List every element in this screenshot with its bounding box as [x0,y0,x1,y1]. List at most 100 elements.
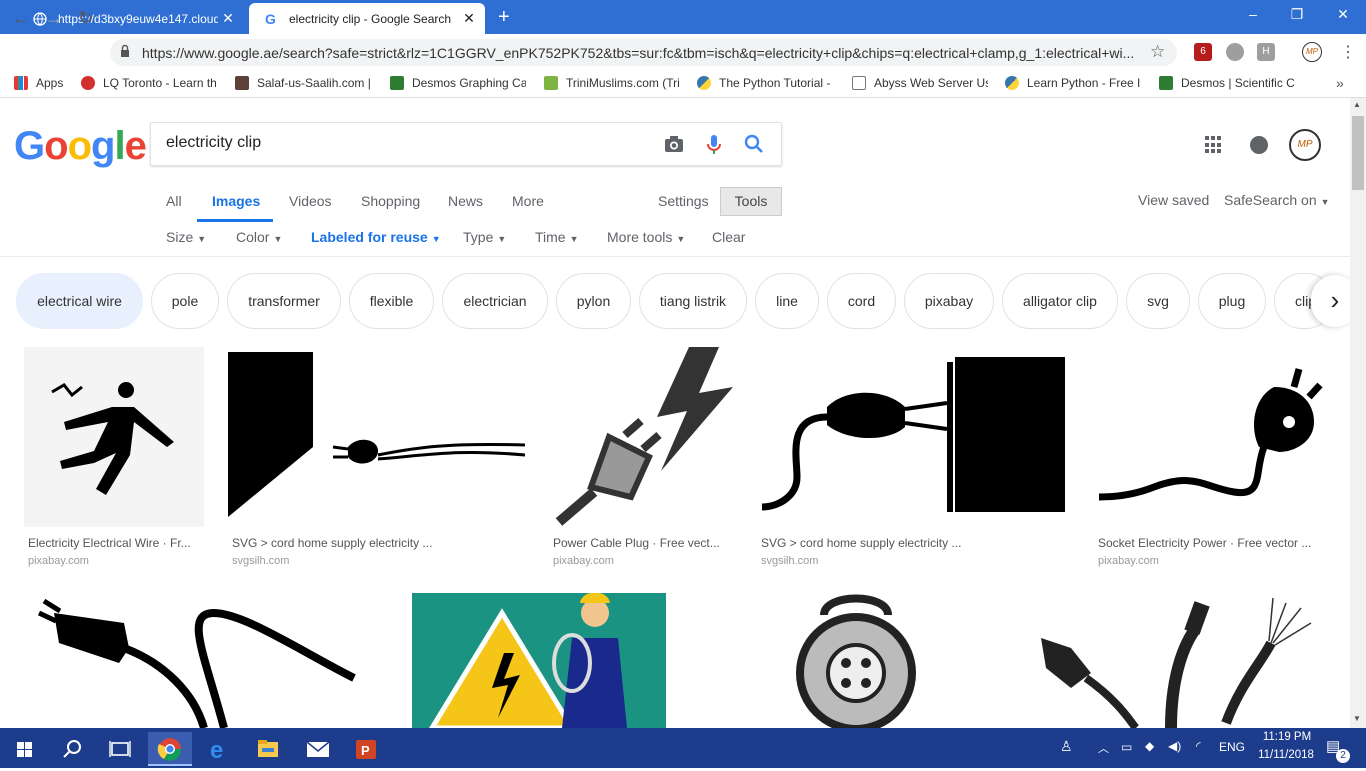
mail-icon[interactable] [296,732,340,766]
result-image-5[interactable] [1094,347,1325,527]
notifications-icon[interactable] [1250,136,1268,154]
extension-skype-icon[interactable] [1226,43,1244,61]
edge-taskbar-icon[interactable]: e [198,732,242,766]
chip-electrical-wire[interactable]: electrical wire [16,273,143,329]
result-caption[interactable]: Power Cable Plug · Free vect... [553,536,733,550]
chip-tiang-listrik[interactable]: tiang listrik [639,273,747,329]
chip-pylon[interactable]: pylon [556,273,631,329]
tab-all[interactable]: All [166,193,182,209]
bookmark-lq-toronto[interactable]: LQ Toronto - Learn th [81,76,218,90]
reload-icon[interactable]: ↻ [78,8,93,29]
forward-icon[interactable]: → [45,8,63,29]
powerpoint-icon[interactable]: P [344,732,388,766]
tab-videos[interactable]: Videos [289,193,332,209]
start-button[interactable] [2,732,46,766]
filter-usage-rights[interactable]: Labeled for reuse ▼ [311,229,441,245]
url-text[interactable]: https://www.google.ae/search?safe=strict… [142,45,1142,61]
wifi-icon[interactable]: ◜ [1196,739,1201,753]
chip-plug[interactable]: plug [1198,273,1266,329]
menu-icon[interactable]: ⋮ [1340,42,1356,62]
result-image-1[interactable] [24,347,204,527]
bookmark-apps[interactable]: Apps [14,76,63,90]
tools-button[interactable]: Tools [720,187,782,216]
tab-images[interactable]: Images [212,193,260,209]
extension-ublock-icon[interactable]: 6 [1194,43,1212,61]
battery-icon[interactable]: ▭ [1121,740,1132,754]
safesearch-dropdown[interactable]: SafeSearch on ▼ [1224,192,1330,208]
result-caption[interactable]: Electricity Electrical Wire · Fr... [28,536,204,550]
chip-line[interactable]: line [755,273,819,329]
scrollbar-thumb[interactable] [1352,116,1364,190]
bookmark-star-icon[interactable]: ☆ [1150,42,1165,62]
result-image-8[interactable] [706,593,987,728]
tab-shopping[interactable]: Shopping [361,193,420,209]
result-caption[interactable]: SVG > cord home supply electricity ... [232,536,525,550]
filter-size[interactable]: Size ▼ [166,229,206,245]
settings-link[interactable]: Settings [658,193,709,209]
file-explorer-icon[interactable] [246,732,290,766]
bookmark-salaf[interactable]: Salaf-us-Saalih.com | [235,76,373,90]
result-image-7[interactable] [412,593,666,728]
bookmark-learn-python[interactable]: Learn Python - Free I [1005,76,1143,90]
result-image-4[interactable] [757,347,1070,527]
result-image-6[interactable] [24,593,373,728]
chip-pixabay[interactable]: pixabay [904,273,994,329]
filter-more-tools[interactable]: More tools ▼ [607,229,685,245]
search-icon[interactable] [742,132,766,156]
close-tab-icon[interactable]: ✕ [218,10,238,27]
scroll-down-icon[interactable]: ▼ [1353,714,1361,723]
camera-icon[interactable] [662,132,686,156]
google-logo[interactable]: Google [14,124,147,169]
google-apps-icon[interactable] [1205,136,1223,154]
filter-clear[interactable]: Clear [712,229,745,245]
chip-flexible[interactable]: flexible [349,273,434,329]
filter-type[interactable]: Type ▼ [463,229,506,245]
microphone-icon[interactable] [702,132,726,156]
close-tab-icon[interactable]: ✕ [459,10,479,27]
maximize-button[interactable]: ❐ [1274,6,1320,23]
close-window-button[interactable]: ✕ [1320,6,1366,23]
filter-time[interactable]: Time ▼ [535,229,579,245]
profile-avatar[interactable]: MP [1302,42,1322,62]
extension-h-icon[interactable]: H [1257,43,1275,61]
result-caption[interactable]: Socket Electricity Power · Free vector .… [1098,536,1325,550]
result-image-3[interactable] [549,347,733,527]
clock-time[interactable]: 11:19 PM [1258,731,1316,743]
bookmark-desmos-scientific[interactable]: Desmos | Scientific C [1159,76,1297,90]
volume-icon[interactable]: ◀) [1168,739,1181,753]
chip-cord[interactable]: cord [827,273,896,329]
tab-more[interactable]: More [512,193,544,209]
account-avatar[interactable]: MP [1289,129,1321,161]
clock-date[interactable]: 11/11/2018 [1254,749,1318,761]
bookmark-desmos-graphing[interactable]: Desmos Graphing Ca [390,76,526,90]
chevron-up-icon[interactable]: ︿ [1098,740,1109,756]
view-saved-link[interactable]: View saved [1138,192,1209,208]
language-indicator[interactable]: ENG [1219,740,1245,754]
minimize-button[interactable]: – [1230,6,1276,22]
filter-color[interactable]: Color ▼ [236,229,282,245]
more-bookmarks-icon[interactable]: » [1336,75,1344,91]
result-caption[interactable]: SVG > cord home supply electricity ... [761,536,1070,550]
result-image-2[interactable] [228,347,525,527]
search-input[interactable]: electricity clip [166,134,261,152]
people-icon[interactable]: ♙ [1060,738,1073,755]
bookmark-trinimuslims[interactable]: TriniMuslims.com (Tri [544,76,682,90]
chip-alligator-clip[interactable]: alligator clip [1002,273,1118,329]
bookmark-python-tutorial[interactable]: The Python Tutorial - [697,76,835,90]
back-icon[interactable]: ← [12,8,30,29]
browser-tab-2[interactable]: G electricity clip - Google Search ✕ [249,3,485,34]
search-icon[interactable] [50,732,94,766]
chip-pole[interactable]: pole [151,273,219,329]
dropbox-icon[interactable]: ◆ [1145,739,1154,753]
page-scrollbar[interactable] [1350,98,1366,728]
chip-electrician[interactable]: electrician [442,273,548,329]
result-image-9[interactable] [1011,593,1325,728]
tab-news[interactable]: News [448,193,483,209]
task-view-icon[interactable] [98,732,142,766]
chrome-taskbar-icon[interactable] [148,732,192,766]
chip-svg[interactable]: svg [1126,273,1190,329]
scroll-up-icon[interactable]: ▲ [1353,100,1361,109]
chip-transformer[interactable]: transformer [227,273,341,329]
new-tab-button[interactable]: + [498,6,510,29]
bookmark-abyss[interactable]: Abyss Web Server Us [852,76,988,90]
